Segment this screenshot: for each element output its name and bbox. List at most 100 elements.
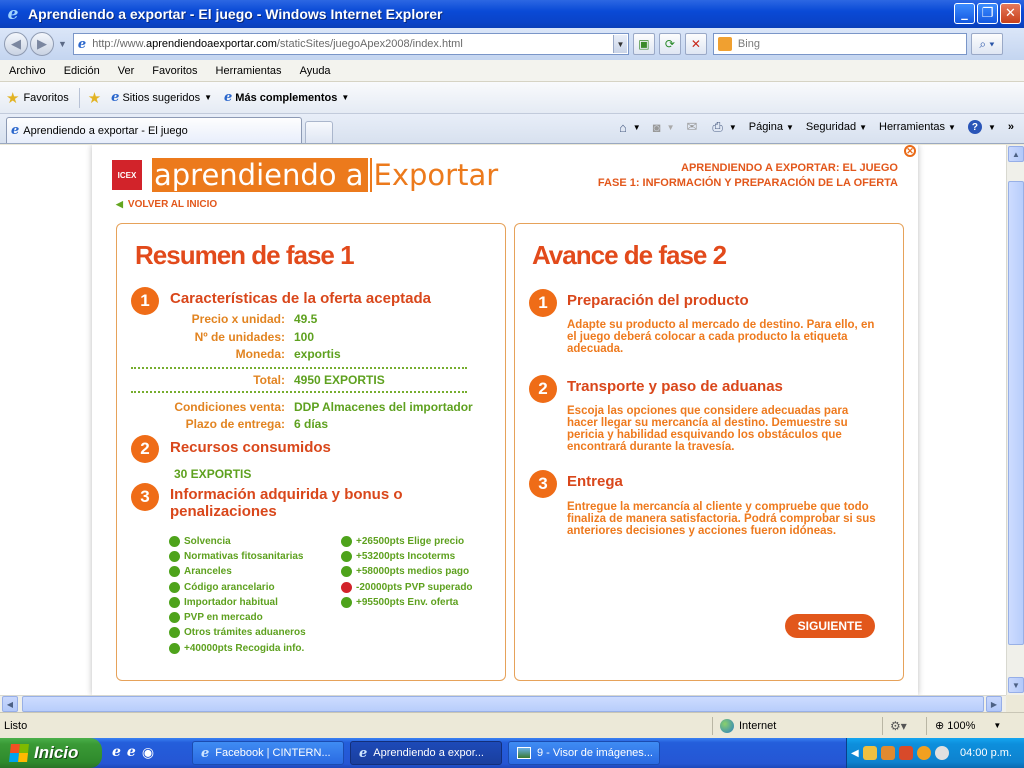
more-addons-button[interactable]: e Más complementos ▼ bbox=[218, 90, 355, 105]
page-menu-label: Página bbox=[748, 121, 783, 133]
recent-pages-dropdown[interactable]: ▼ bbox=[58, 39, 67, 49]
taskbar-item-aprendiendo[interactable]: e Aprendiendo a expor... bbox=[350, 741, 502, 765]
url-dropdown-button[interactable]: ▼ bbox=[612, 35, 627, 53]
tools-menu[interactable]: Herramientas ▼ bbox=[873, 121, 962, 133]
units-value: 100 bbox=[294, 330, 315, 344]
logo-part1: aprendiendo a bbox=[152, 158, 368, 192]
add-favorite-icon[interactable]: ★ bbox=[84, 89, 105, 107]
back-to-start-link[interactable]: ◀ VOLVER AL INICIO bbox=[116, 199, 217, 210]
help-button[interactable]: ? ▼ bbox=[962, 120, 1002, 134]
info-bonus-title-line1: Información adquirida y bonus o bbox=[170, 486, 403, 503]
tray-volume-icon[interactable] bbox=[916, 746, 931, 760]
compatibility-view-icon[interactable]: ▣ bbox=[632, 33, 655, 55]
close-game-icon[interactable]: ✕ bbox=[904, 145, 916, 157]
security-menu[interactable]: Seguridad ▼ bbox=[800, 121, 873, 133]
url-field[interactable]: e http://www.aprendiendoaexportar.com/st… bbox=[72, 33, 629, 55]
currency-label: Moneda: bbox=[235, 347, 285, 361]
close-button[interactable]: ✕ bbox=[1000, 3, 1021, 24]
window-title: Aprendiendo a exportar - El juego - Wind… bbox=[28, 6, 443, 22]
transport-customs-title: Transporte y paso de aduanas bbox=[567, 378, 783, 395]
favorites-button[interactable]: ★ Favoritos bbox=[0, 89, 75, 107]
step-number-2: 2 bbox=[131, 435, 159, 463]
mail-button[interactable]: ✉ bbox=[681, 119, 707, 135]
browser-quicklaunch-icon[interactable]: e bbox=[127, 744, 136, 761]
tray-messenger-icon[interactable] bbox=[934, 746, 949, 760]
green-dot-icon bbox=[169, 551, 180, 562]
next-button[interactable]: SIGUIENTE bbox=[785, 614, 875, 638]
suggested-sites-button[interactable]: e Sitios sugeridos ▼ bbox=[105, 90, 218, 105]
search-input[interactable]: Bing bbox=[712, 33, 967, 55]
more-tools-chevron-icon[interactable]: » bbox=[1002, 121, 1020, 133]
bonus-item: +26500pts Elige precio bbox=[341, 536, 464, 547]
protected-mode-icon[interactable]: ⚙▾ bbox=[890, 719, 907, 733]
new-tab-button[interactable] bbox=[305, 121, 333, 143]
tray-app-icon[interactable] bbox=[862, 746, 877, 760]
mail-icon: ✉ bbox=[686, 119, 698, 134]
chevron-down-icon: ▼ bbox=[341, 93, 350, 102]
scroll-up-arrow-icon[interactable]: ▲ bbox=[1008, 146, 1024, 162]
media-player-quicklaunch-icon[interactable]: ◉ bbox=[142, 744, 154, 761]
taskbar-item-facebook[interactable]: e Facebook | CINTERN... bbox=[192, 741, 344, 765]
bonus-item: Código arancelario bbox=[169, 582, 275, 593]
search-button[interactable]: ⌕ ▾ bbox=[970, 33, 1003, 55]
taskbar: Inicio e e ◉ e Facebook | CINTERN... e Apr… bbox=[0, 738, 1024, 768]
scroll-right-arrow-icon[interactable]: ▶ bbox=[986, 696, 1002, 712]
refresh-icon[interactable]: ⟳ bbox=[658, 33, 681, 55]
logo-part2: Exportar bbox=[373, 158, 499, 192]
feeds-button[interactable]: ◙ ▼ bbox=[647, 120, 681, 135]
tray-expand-icon[interactable]: ◀ bbox=[851, 748, 859, 759]
bonus-item: PVP en mercado bbox=[169, 612, 263, 623]
back-button[interactable]: ◀ bbox=[4, 32, 28, 56]
step-number-3: 3 bbox=[131, 483, 159, 511]
total-value: 4950 EXPORTIS bbox=[294, 373, 385, 387]
tray-network-icon[interactable] bbox=[880, 746, 895, 760]
game-header: APRENDIENDO A EXPORTAR: EL JUEGO FASE 1:… bbox=[598, 161, 898, 191]
ie-quicklaunch-icon[interactable]: e bbox=[112, 744, 121, 761]
vertical-scrollbar[interactable]: ▲ ▼ bbox=[1006, 145, 1024, 695]
menu-archivo[interactable]: Archivo bbox=[0, 65, 55, 77]
horizontal-scrollbar[interactable]: ◀ ▶ bbox=[0, 695, 1006, 712]
status-bar: Listo Internet ⚙▾ ⊕ 100% ▼ bbox=[0, 712, 1024, 738]
zoom-control[interactable]: ⊕ 100% ▼ bbox=[935, 719, 1001, 733]
phase2-title: Avance de fase 2 bbox=[532, 240, 727, 270]
favorites-bar: ★ Favoritos ★ e Sitios sugeridos ▼ e Más… bbox=[0, 82, 1024, 114]
horizontal-scroll-thumb[interactable] bbox=[22, 696, 984, 712]
tray-security-icon[interactable] bbox=[898, 746, 913, 760]
tools-menu-label: Herramientas bbox=[879, 121, 946, 133]
green-dot-icon bbox=[169, 627, 180, 638]
page-menu[interactable]: Página ▼ bbox=[743, 121, 800, 133]
step-number-1: 1 bbox=[131, 287, 159, 315]
tab-current[interactable]: e Aprendiendo a exportar - El juego bbox=[6, 117, 302, 143]
scroll-left-arrow-icon[interactable]: ◀ bbox=[2, 696, 18, 712]
taskbar-item-image-viewer[interactable]: 9 - Visor de imágenes... bbox=[508, 741, 660, 765]
scroll-down-arrow-icon[interactable]: ▼ bbox=[1008, 677, 1024, 693]
security-zone[interactable]: Internet bbox=[720, 718, 776, 733]
image-viewer-icon bbox=[517, 747, 531, 759]
stop-icon[interactable]: ✕ bbox=[684, 33, 707, 55]
menu-bar: Archivo Edición Ver Favoritos Herramient… bbox=[0, 60, 1024, 82]
home-button[interactable]: ⌂ ▼ bbox=[613, 120, 647, 135]
price-label: Precio x unidad: bbox=[191, 312, 285, 326]
forward-button[interactable]: ▶ bbox=[30, 32, 54, 56]
vertical-scroll-thumb[interactable] bbox=[1008, 181, 1024, 645]
print-button[interactable]: ⎙ ▼ bbox=[706, 119, 742, 135]
start-button[interactable]: Inicio bbox=[0, 738, 102, 768]
menu-favoritos[interactable]: Favoritos bbox=[143, 65, 206, 77]
restore-button[interactable]: ❐ bbox=[977, 3, 998, 24]
green-dot-icon bbox=[169, 566, 180, 577]
minimize-button[interactable]: _ bbox=[954, 3, 975, 24]
menu-ayuda[interactable]: Ayuda bbox=[291, 65, 340, 77]
menu-herramientas[interactable]: Herramientas bbox=[207, 65, 291, 77]
resources-value: 30 EXPORTIS bbox=[174, 467, 252, 481]
total-label: Total: bbox=[253, 373, 285, 387]
bonus-item: +53200pts Incoterms bbox=[341, 551, 455, 562]
globe-icon bbox=[720, 718, 734, 733]
green-dot-icon bbox=[169, 612, 180, 623]
menu-ver[interactable]: Ver bbox=[109, 65, 144, 77]
menu-edicion[interactable]: Edición bbox=[55, 65, 109, 77]
divider-bottom bbox=[131, 391, 467, 393]
delivery-value: 6 días bbox=[294, 417, 329, 431]
help-icon: ? bbox=[967, 120, 982, 134]
status-separator bbox=[712, 717, 713, 735]
transport-customs-text: Escoja las opciones que considere adecua… bbox=[567, 405, 849, 453]
